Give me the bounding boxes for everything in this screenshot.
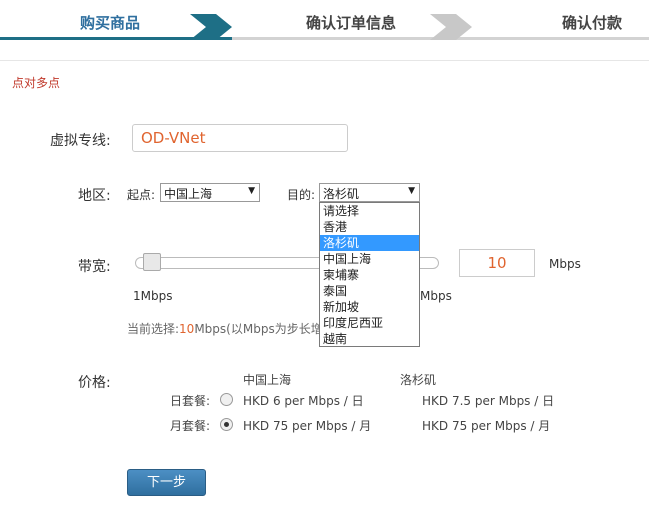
bandwidth-max-label: Mbps (420, 289, 452, 303)
dropdown-option[interactable]: 印度尼西亚 (320, 315, 419, 331)
current-prefix: 当前选择: (127, 322, 180, 336)
dropdown-arrow-icon: ▼ (408, 186, 415, 196)
dropdown-option[interactable]: 中国上海 (320, 251, 419, 267)
bandwidth-min-label: 1Mbps (133, 289, 173, 303)
price-col-dest-header: 洛杉矶 (400, 373, 437, 387)
dest-label: 目的: (287, 188, 316, 202)
next-step-button[interactable]: 下一步 (127, 469, 206, 496)
origin-label: 起点: (127, 188, 156, 202)
dropdown-option[interactable]: 泰国 (320, 283, 419, 299)
dropdown-option[interactable]: 越南 (320, 331, 419, 347)
region-label: 地区: (78, 188, 111, 204)
dropdown-option[interactable]: 请选择 (320, 203, 419, 219)
dropdown-arrow-icon: ▼ (248, 186, 255, 196)
dropdown-option-selected[interactable]: 洛杉矶 (320, 235, 419, 251)
current-suffix: Mbps(以Mbps为步长增 (194, 322, 323, 336)
bandwidth-label: 带宽: (78, 259, 111, 275)
dest-select[interactable]: 洛杉矶 ▼ (319, 183, 420, 202)
daily-price-origin: HKD 6 per Mbps / 日 (243, 394, 364, 408)
price-col-origin-header: 中国上海 (243, 373, 292, 387)
checkout-steps: 购买商品 确认订单信息 确认付款 (0, 0, 649, 40)
origin-select-value: 中国上海 (164, 187, 213, 201)
vnet-input[interactable]: OD-VNet (132, 124, 348, 152)
price-label: 价格: (78, 375, 111, 391)
origin-select[interactable]: 中国上海 ▼ (160, 183, 260, 202)
step-buy-products: 购买商品 (80, 14, 141, 32)
header-divider (0, 60, 649, 61)
chevron-right-inactive-icon (430, 14, 472, 40)
step-confirm-payment: 确认付款 (562, 14, 623, 32)
dropdown-option[interactable]: 柬埔寨 (320, 267, 419, 283)
dest-select-value: 洛杉矶 (323, 187, 360, 201)
chevron-right-active-icon (190, 14, 232, 40)
section-title: 点对多点 (12, 76, 61, 90)
bandwidth-current-selection: 当前选择:10Mbps(以Mbps为步长增 (127, 320, 323, 337)
dropdown-option[interactable]: 新加坡 (320, 299, 419, 315)
daily-plan-label: 日套餐: (170, 394, 211, 408)
current-value: 10 (179, 322, 195, 336)
monthly-price-origin: HKD 75 per Mbps / 月 (243, 419, 372, 433)
daily-price-dest: HKD 7.5 per Mbps / 日 (422, 394, 555, 408)
dest-dropdown-list[interactable]: 请选择 香港 洛杉矶 中国上海 柬埔寨 泰国 新加坡 印度尼西亚 越南 (319, 202, 420, 347)
monthly-plan-radio[interactable] (220, 418, 233, 431)
monthly-price-dest: HKD 75 per Mbps / 月 (422, 419, 551, 433)
daily-plan-radio[interactable] (220, 393, 233, 406)
bandwidth-slider-handle[interactable] (143, 253, 161, 271)
bandwidth-input[interactable]: 10 (459, 249, 535, 277)
bandwidth-unit: Mbps (549, 257, 581, 271)
monthly-plan-label: 月套餐: (170, 419, 211, 433)
step-confirm-order: 确认订单信息 (306, 14, 397, 32)
vnet-label: 虚拟专线: (50, 133, 111, 149)
dropdown-option[interactable]: 香港 (320, 219, 419, 235)
